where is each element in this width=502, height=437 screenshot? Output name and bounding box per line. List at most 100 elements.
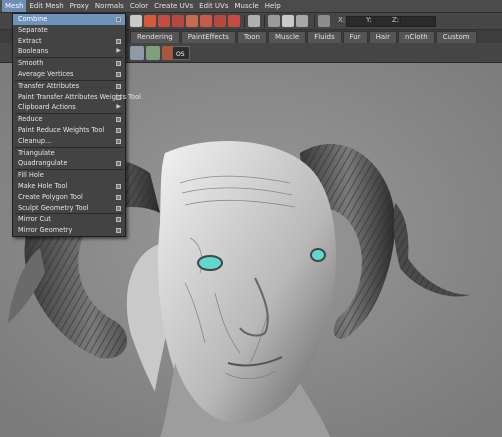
- menubar-item-muscle[interactable]: Muscle: [232, 0, 262, 12]
- menu-item-label: Average Vertices: [18, 69, 74, 78]
- menu-item-label: Fill Hole: [18, 171, 44, 180]
- option-box-icon[interactable]: [116, 194, 121, 200]
- option-box-icon[interactable]: [116, 161, 121, 167]
- menu-item-average-vertices[interactable]: Average Vertices: [13, 69, 125, 80]
- z-field[interactable]: [400, 16, 436, 27]
- menu-item-booleans[interactable]: Booleans ▶: [13, 46, 125, 57]
- option-box-icon[interactable]: [116, 217, 121, 223]
- shelf-tab-painteffects[interactable]: PaintEffects: [180, 31, 236, 43]
- menu-item-create-polygon-tool[interactable]: Create Polygon Tool: [13, 192, 125, 203]
- menu-item-fill-hole[interactable]: Fill Hole: [13, 170, 125, 181]
- menu-item-label: Transfer Attributes: [18, 81, 80, 90]
- menubar-item-edit-mesh[interactable]: Edit Mesh: [26, 0, 66, 12]
- option-box-icon[interactable]: [116, 205, 121, 211]
- menu-item-label: Sculpt Geometry Tool: [18, 203, 89, 212]
- shelf-tab-toon[interactable]: Toon: [236, 31, 267, 43]
- folder-os-icon[interactable]: OS: [172, 46, 190, 60]
- menu-item-label: Booleans: [18, 47, 49, 56]
- menubar-item-mesh[interactable]: Mesh: [2, 0, 27, 12]
- shelf-tab-fur[interactable]: Fur: [342, 31, 368, 43]
- option-box-icon[interactable]: [116, 183, 121, 189]
- option-box-icon[interactable]: [116, 127, 121, 133]
- menu-item-label: Clipboard Actions: [18, 103, 76, 112]
- menu-item-mirror-geometry[interactable]: Mirror Geometry: [13, 225, 125, 236]
- mesh-menu-dropdown: Combine Separate Extract Booleans ▶ Smooth Ave…: [12, 13, 141, 237]
- menu-item-make-hole-tool[interactable]: Make Hole Tool: [13, 181, 125, 192]
- menubar-item-proxy[interactable]: Proxy: [67, 0, 92, 12]
- os-label: OS: [176, 51, 185, 58]
- menu-item-label: Create Polygon Tool: [18, 192, 83, 201]
- submenu-arrow-icon: ▶: [116, 47, 121, 55]
- menu-item-mirror-cut[interactable]: Mirror Cut: [13, 214, 125, 225]
- option-box-icon[interactable]: [116, 117, 121, 123]
- menu-item-paint-transfer-attributes-weights-tool[interactable]: Paint Transfer Attributes Weights Tool: [13, 92, 141, 103]
- menubar-item-create-uvs[interactable]: Create UVs: [151, 0, 196, 12]
- menu-item-combine[interactable]: Combine: [13, 14, 125, 25]
- option-box-icon[interactable]: [116, 38, 121, 44]
- menu-item-label: Extract: [18, 36, 42, 45]
- shelf-tab-custom[interactable]: Custom: [435, 31, 477, 43]
- polygon-cube-icon[interactable]: [146, 46, 160, 60]
- shelf-tab-muscle[interactable]: Muscle: [267, 31, 307, 43]
- menu-item-label: Paint Transfer Attributes Weights Tool: [18, 92, 141, 101]
- x-field-label: X:: [338, 16, 346, 24]
- toolbar-separator: [314, 15, 315, 28]
- menubar-item-edit-uvs[interactable]: Edit UVs: [196, 0, 231, 12]
- menu-item-label: Mirror Geometry: [18, 226, 73, 235]
- snap-curve-icon[interactable]: [200, 15, 212, 27]
- option-box-icon[interactable]: [116, 61, 121, 67]
- menu-item-triangulate[interactable]: Triangulate: [13, 148, 125, 159]
- shelf-tab-rendering[interactable]: Rendering: [130, 31, 180, 43]
- menu-item-sculpt-geometry-tool[interactable]: Sculpt Geometry Tool: [13, 203, 125, 214]
- snap-plane-icon[interactable]: [228, 15, 240, 27]
- right-eye: [310, 248, 326, 262]
- menubar-item-normals[interactable]: Normals: [92, 0, 127, 12]
- toolbar-separator: [244, 15, 245, 28]
- option-box-icon[interactable]: [116, 71, 121, 77]
- select-by-component-icon[interactable]: [172, 15, 184, 27]
- toolbar-separator: [264, 15, 265, 28]
- menu-item-reduce[interactable]: Reduce: [13, 114, 125, 125]
- menu-item-label: Paint Reduce Weights Tool: [18, 125, 105, 134]
- render-settings-icon[interactable]: [296, 15, 308, 27]
- ipr-render-icon[interactable]: [282, 15, 294, 27]
- menu-item-extract[interactable]: Extract: [13, 36, 125, 47]
- menubar-item-color[interactable]: Color: [127, 0, 151, 12]
- menu-item-clipboard-actions[interactable]: Clipboard Actions ▶: [13, 102, 125, 113]
- shelf-tab-ncloth[interactable]: nCloth: [398, 31, 435, 43]
- menu-item-label: Cleanup...: [18, 136, 52, 145]
- menu-item-smooth[interactable]: Smooth: [13, 58, 125, 69]
- polygon-cylinder-icon[interactable]: [130, 46, 144, 60]
- menu-item-paint-reduce-weights-tool[interactable]: Paint Reduce Weights Tool: [13, 125, 125, 136]
- menu-item-label: Reduce: [18, 115, 43, 124]
- menu-item-quadrangulate[interactable]: Quadrangulate: [13, 158, 125, 169]
- snap-point-icon[interactable]: [214, 15, 226, 27]
- menu-item-label: Mirror Cut: [18, 215, 51, 224]
- left-eye: [197, 255, 223, 271]
- menu-item-separate[interactable]: Separate: [13, 25, 125, 36]
- option-box-icon[interactable]: [116, 138, 121, 144]
- menubar-item-help[interactable]: Help: [262, 0, 284, 12]
- menu-item-label: Smooth: [18, 59, 44, 68]
- option-box-icon[interactable]: [116, 228, 121, 234]
- new-scene-icon[interactable]: [130, 15, 142, 27]
- select-by-object-icon[interactable]: [158, 15, 170, 27]
- option-box-icon[interactable]: [116, 94, 121, 100]
- menu-item-label: Triangulate: [18, 148, 55, 157]
- option-box-icon[interactable]: [116, 83, 121, 89]
- menu-item-label: Separate: [18, 25, 48, 34]
- option-box-icon[interactable]: [116, 17, 121, 22]
- z-field-label: Z:: [392, 16, 400, 24]
- shelf-tab-hair[interactable]: Hair: [368, 31, 398, 43]
- menu-item-label: Combine: [18, 15, 48, 23]
- shelf-tab-fluids[interactable]: Fluids: [307, 31, 342, 43]
- select-by-hierarchy-icon[interactable]: [144, 15, 156, 27]
- snap-grid-icon[interactable]: [186, 15, 198, 27]
- menu-item-cleanup[interactable]: Cleanup...: [13, 136, 125, 147]
- render-frame-icon[interactable]: [268, 15, 280, 27]
- menu-item-label: Make Hole Tool: [18, 181, 68, 190]
- input-line-icon[interactable]: [318, 15, 330, 27]
- menu-item-transfer-attributes[interactable]: Transfer Attributes: [13, 81, 125, 92]
- menu-bar: Mesh Edit Mesh Proxy Normals Color Create UVs…: [0, 0, 502, 13]
- history-icon[interactable]: [248, 15, 260, 27]
